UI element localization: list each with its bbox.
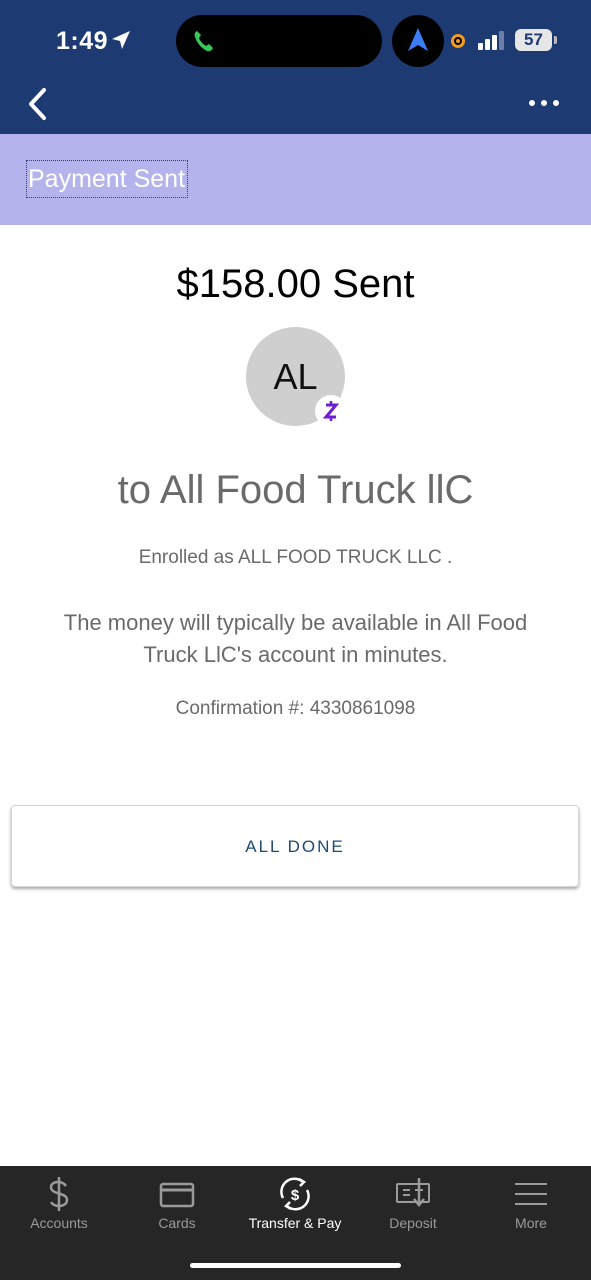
menu-icon bbox=[515, 1183, 547, 1205]
navigation-arrow-icon bbox=[408, 28, 428, 51]
tab-deposit[interactable]: Deposit bbox=[354, 1166, 472, 1246]
page-title: Payment Sent bbox=[26, 160, 188, 198]
tab-label: Deposit bbox=[389, 1215, 437, 1231]
tab-more[interactable]: More bbox=[472, 1166, 590, 1246]
recipient-name: to All Food Truck llC bbox=[117, 468, 474, 512]
battery-indicator: 57 bbox=[515, 29, 557, 51]
top-bar: 1:49 57 bbox=[0, 0, 591, 134]
tab-accounts[interactable]: Accounts bbox=[0, 1166, 118, 1246]
tab-transfer-pay[interactable]: $ Transfer & Pay bbox=[236, 1166, 354, 1246]
tab-cards[interactable]: Cards bbox=[118, 1166, 236, 1246]
home-indicator bbox=[190, 1263, 401, 1268]
status-time: 1:49 bbox=[56, 27, 109, 55]
zelle-icon bbox=[315, 395, 347, 427]
dollar-icon bbox=[49, 1177, 69, 1211]
tab-label: Accounts bbox=[30, 1215, 88, 1231]
svg-text:$: $ bbox=[291, 1187, 300, 1204]
privacy-indicator bbox=[451, 34, 465, 48]
availability-note: The money will typically be available in… bbox=[63, 610, 528, 667]
more-options-button[interactable] bbox=[526, 96, 562, 110]
cellular-signal-icon bbox=[478, 30, 506, 50]
phone-call-icon bbox=[194, 31, 213, 52]
deposit-check-icon bbox=[396, 1178, 430, 1207]
tab-label: Cards bbox=[158, 1215, 196, 1231]
confirmation-number: Confirmation #: 4330861098 bbox=[175, 698, 416, 719]
tab-label: Transfer & Pay bbox=[248, 1215, 342, 1231]
enrolled-as-text: Enrolled as ALL FOOD TRUCK LLC . bbox=[138, 547, 453, 568]
transfer-icon: $ bbox=[280, 1177, 310, 1211]
card-icon bbox=[159, 1182, 195, 1208]
location-arrow-icon bbox=[112, 31, 130, 49]
amount-sent: $158.00 Sent bbox=[176, 262, 415, 306]
back-button[interactable] bbox=[24, 86, 52, 122]
all-done-button[interactable]: ALL DONE bbox=[11, 805, 579, 887]
tab-label: More bbox=[515, 1215, 547, 1231]
dynamic-island bbox=[176, 15, 382, 67]
navigation-indicator bbox=[392, 15, 444, 67]
